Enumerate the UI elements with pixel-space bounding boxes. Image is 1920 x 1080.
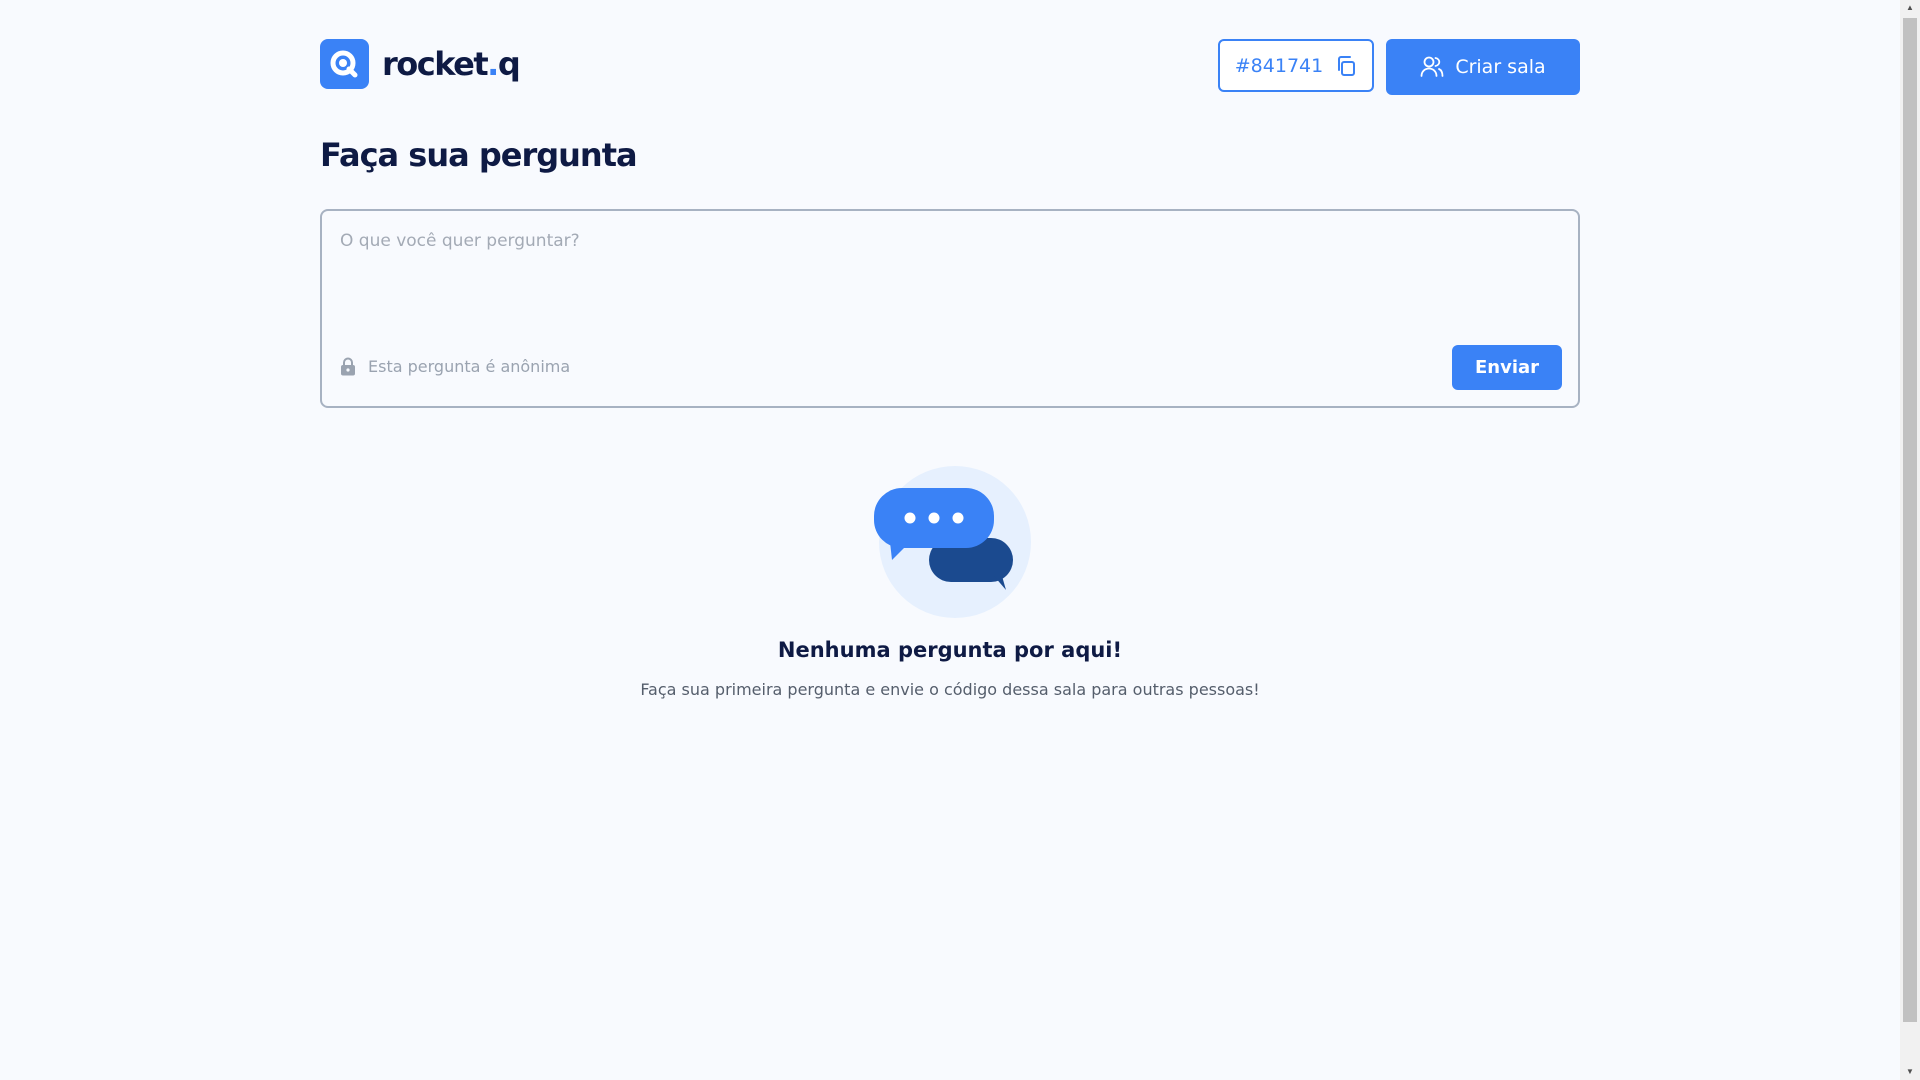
users-icon [1420, 56, 1444, 77]
question-input[interactable] [338, 229, 1562, 323]
page-title: Faça sua pergunta [320, 136, 638, 174]
empty-state: Nenhuma pergunta por aqui! Faça sua prim… [320, 464, 1580, 699]
page: rocket.q #841741 Criar sala Faça sua per… [0, 0, 1920, 1080]
copy-icon [1338, 55, 1356, 76]
header: rocket.q #841741 Criar sala [320, 0, 1580, 120]
logo-search-icon [320, 39, 369, 89]
room-code-button[interactable]: #841741 [1218, 39, 1374, 92]
empty-state-description: Faça sua primeira pergunta e envie o cód… [640, 680, 1260, 699]
chat-bubbles-illustration-icon [874, 466, 1031, 618]
send-button[interactable]: Enviar [1452, 345, 1562, 390]
scroll-down-arrow-icon[interactable]: ▼ [1900, 1064, 1920, 1080]
scroll-up-arrow-icon[interactable]: ▲ [1900, 0, 1920, 16]
create-room-button[interactable]: Criar sala [1386, 39, 1580, 95]
logo-text: rocket.q [382, 45, 521, 83]
empty-state-title: Nenhuma pergunta por aqui! [777, 638, 1123, 662]
create-room-label: Criar sala [1455, 56, 1546, 78]
anonymous-note: Esta pergunta é anônima [340, 357, 570, 376]
room-code-text: #841741 [1234, 54, 1324, 77]
question-form: Esta pergunta é anônima Enviar [320, 209, 1580, 408]
vertical-scrollbar[interactable]: ▲ ▼ [1900, 0, 1920, 1080]
lock-icon [341, 357, 355, 376]
scrollbar-thumb[interactable] [1903, 18, 1917, 1022]
main-container: rocket.q #841741 Criar sala Faça sua per… [320, 0, 1580, 699]
anonymous-label: Esta pergunta é anônima [368, 357, 571, 376]
logo[interactable]: rocket.q [320, 39, 521, 89]
